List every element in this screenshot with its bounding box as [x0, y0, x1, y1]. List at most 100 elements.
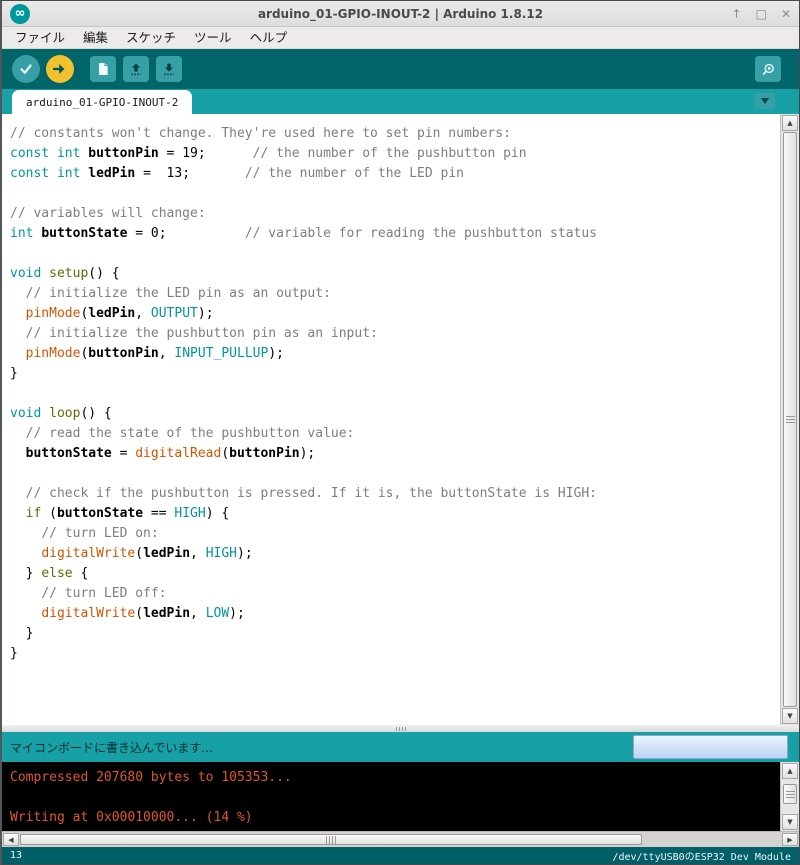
code-line: // initialize the pushbutton pin as an i…: [10, 324, 775, 344]
console-line: Compressed 207680 bytes to 105353...: [10, 768, 775, 788]
code-line: // check if the pushbutton is pressed. I…: [10, 484, 775, 504]
menubar: ファイル 編集 スケッチ ツール ヘルプ: [2, 27, 799, 49]
right-arrow-icon: [51, 60, 69, 78]
check-icon: [17, 60, 35, 78]
save-sketch-button[interactable]: [156, 56, 182, 82]
document-icon: [95, 61, 111, 77]
code-line: [10, 244, 775, 264]
code-line: void loop() {: [10, 404, 775, 424]
code-line: }: [10, 364, 775, 384]
menu-item-file[interactable]: ファイル: [6, 27, 74, 49]
menu-item-edit[interactable]: 編集: [74, 27, 117, 49]
close-button[interactable]: ✕: [781, 7, 791, 21]
triangle-down-icon: ▼: [787, 712, 792, 720]
code-line: digitalWrite(ledPin, HIGH);: [10, 544, 775, 564]
grip: [399, 727, 400, 731]
grip: [332, 836, 333, 844]
scroll-right-button[interactable]: ▶: [782, 833, 798, 846]
code-line: if (buttonState == HIGH) {: [10, 504, 775, 524]
footer-bar: 13 /dev/ttyUSB0のESP32 Dev Module: [2, 847, 799, 864]
console-scrollbar-thumb[interactable]: [783, 784, 797, 804]
grip: [786, 791, 795, 792]
code-line: [10, 384, 775, 404]
grip: [786, 794, 795, 795]
code-editor[interactable]: // constants won't change. They're used …: [2, 114, 799, 725]
triangle-left-icon: ◀: [8, 836, 13, 844]
code-line: digitalWrite(ledPin, LOW);: [10, 604, 775, 624]
code-line: // turn LED on:: [10, 524, 775, 544]
board-port-info: /dev/ttyUSB0のESP32 Dev Module: [612, 848, 791, 863]
menu-item-help[interactable]: ヘルプ: [241, 27, 297, 49]
triangle-down-icon: ▼: [787, 818, 792, 826]
verify-button[interactable]: [12, 55, 40, 83]
editor-console-splitter[interactable]: [2, 725, 799, 732]
scroll-up-button[interactable]: ▲: [782, 115, 798, 131]
horizontal-scrollbar-thumb[interactable]: [20, 834, 642, 845]
code-line: // constants won't change. They're used …: [10, 124, 775, 144]
down-arrow-icon: [161, 61, 177, 77]
upload-progress-bar: [633, 735, 788, 759]
console-line: [10, 788, 775, 808]
console-line: Writing at 0x00010000... (14 %): [10, 808, 775, 828]
editor-vertical-scrollbar[interactable]: ▲ ▼: [780, 114, 799, 725]
open-sketch-button[interactable]: [123, 56, 149, 82]
grip: [786, 419, 795, 420]
toolbar: [2, 49, 799, 89]
minimize-button[interactable]: ↑: [732, 7, 742, 21]
code-line: }: [10, 624, 775, 644]
new-sketch-button[interactable]: [90, 56, 116, 82]
arduino-ide-window: ∞ arduino_01-GPIO-INOUT-2 | Arduino 1.8.…: [0, 0, 800, 865]
scroll-left-button[interactable]: ◀: [3, 833, 19, 846]
scroll-down-button[interactable]: ▼: [782, 814, 798, 830]
status-bar: マイコンボードに書き込んでいます...: [2, 732, 799, 762]
cursor-line-number: 13: [10, 850, 22, 861]
triangle-up-icon: ▲: [787, 119, 792, 127]
code-line: // turn LED off:: [10, 584, 775, 604]
code-line: const int buttonPin = 19; // the number …: [10, 144, 775, 164]
status-message: マイコンボードに書き込んでいます...: [10, 739, 213, 756]
grip: [786, 422, 795, 423]
code-line: void setup() {: [10, 264, 775, 284]
serial-monitor-button[interactable]: [755, 56, 781, 82]
horizontal-scrollbar[interactable]: ◀ ▶: [2, 831, 799, 847]
tab-label: arduino_01-GPIO-INOUT-2: [26, 96, 178, 109]
menu-item-sketch[interactable]: スケッチ: [117, 27, 185, 49]
editor-scrollbar-thumb[interactable]: [783, 132, 797, 707]
chevron-down-icon: [761, 98, 769, 104]
magnifier-icon: [760, 61, 777, 78]
code-line: [10, 184, 775, 204]
console-lines: Compressed 207680 bytes to 105353... Wri…: [2, 762, 799, 828]
code-line: pinMode(buttonPin, INPUT_PULLUP);: [10, 344, 775, 364]
grip: [326, 836, 327, 844]
tabbar: arduino_01-GPIO-INOUT-2: [2, 89, 799, 114]
tab-active-sketch[interactable]: arduino_01-GPIO-INOUT-2: [12, 90, 192, 114]
grip: [329, 836, 330, 844]
code-line: }: [10, 644, 775, 664]
scroll-up-button[interactable]: ▲: [782, 763, 798, 779]
code-line: buttonState = digitalRead(buttonPin);: [10, 444, 775, 464]
scroll-down-button[interactable]: ▼: [782, 708, 798, 724]
code-lines: // constants won't change. They're used …: [2, 114, 799, 664]
code-line: pinMode(ledPin, OUTPUT);: [10, 304, 775, 324]
maximize-button[interactable]: □: [756, 7, 767, 21]
menu-item-tools[interactable]: ツール: [185, 27, 241, 49]
grip: [335, 836, 336, 844]
grip: [396, 727, 397, 731]
code-line: } else {: [10, 564, 775, 584]
grip: [402, 727, 403, 731]
grip: [405, 727, 406, 731]
console-output: Compressed 207680 bytes to 105353... Wri…: [2, 762, 799, 831]
code-line: int buttonState = 0; // variable for rea…: [10, 224, 775, 244]
titlebar: ∞ arduino_01-GPIO-INOUT-2 | Arduino 1.8.…: [2, 1, 799, 27]
code-line: // read the state of the pushbutton valu…: [10, 424, 775, 444]
code-line: [10, 464, 775, 484]
code-line: const int ledPin = 13; // the number of …: [10, 164, 775, 184]
grip: [786, 416, 795, 417]
grip: [786, 797, 795, 798]
window-title: arduino_01-GPIO-INOUT-2 | Arduino 1.8.12: [2, 7, 799, 21]
console-vertical-scrollbar[interactable]: ▲ ▼: [780, 762, 799, 831]
triangle-up-icon: ▲: [787, 767, 792, 775]
upload-button[interactable]: [46, 55, 74, 83]
code-line: // variables will change:: [10, 204, 775, 224]
tab-menu-button[interactable]: [755, 93, 775, 109]
